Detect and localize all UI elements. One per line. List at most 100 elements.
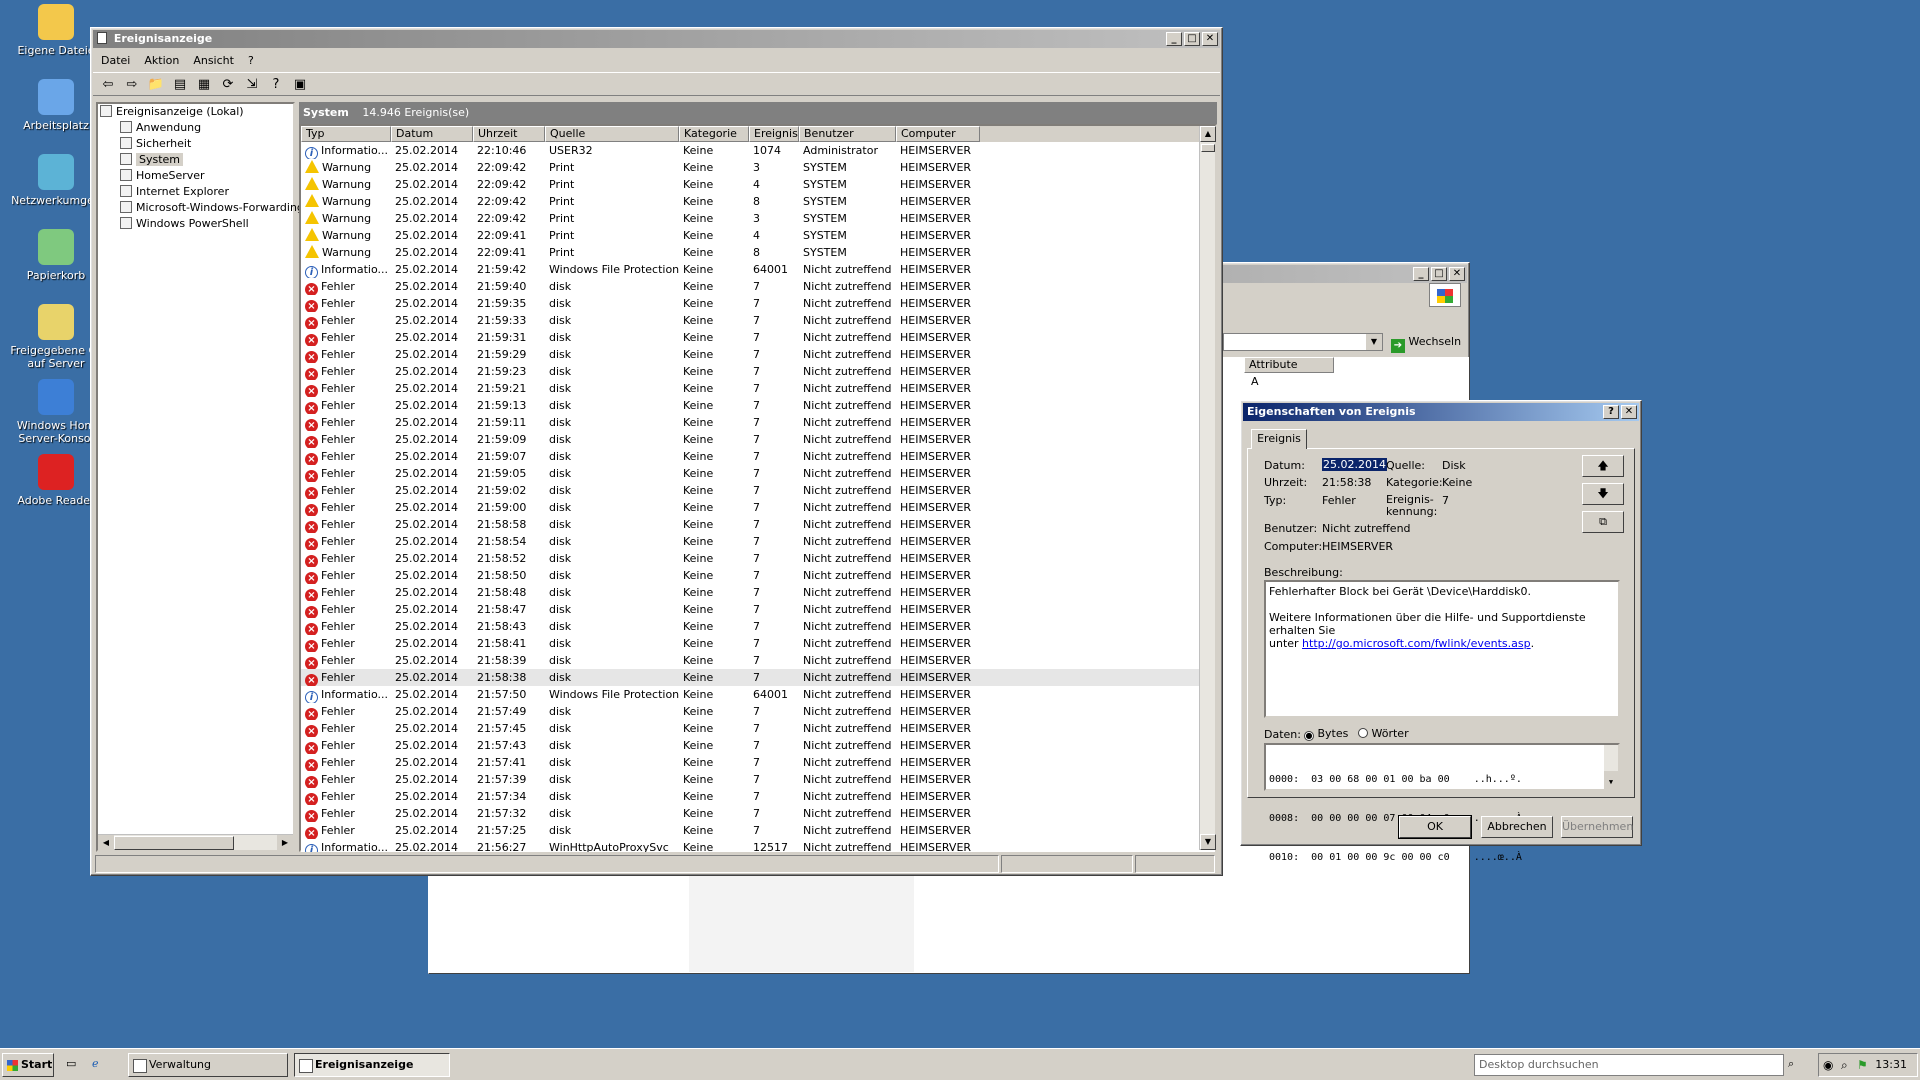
table-row[interactable]: × Fehler 25.02.2014 21:58:48 disk Keine 7 Nicht… [301,584,1215,601]
table-row[interactable]: i Informatio... 25.02.2014 21:59:42 Windows … [301,261,1215,278]
tree-item-system[interactable]: System [98,152,293,168]
scroll-right-icon[interactable]: ▶ [277,835,293,851]
tree-pane[interactable]: Ereignisanzeige (Lokal) Anwendung Sicherh… [96,102,308,852]
minimize-button[interactable]: _ [1413,267,1429,281]
tray-search-icon[interactable]: ⌕ [1841,1054,1848,1076]
start-button[interactable]: Start [2,1053,54,1077]
scroll-down-icon[interactable]: ▼ [1604,775,1618,789]
table-row[interactable]: × Fehler 25.02.2014 21:57:45 disk Keine 7 Nicht… [301,720,1215,737]
tree-horizontal-scrollbar[interactable]: ◀ ▶ [98,834,293,851]
go-button[interactable]: ➔ Wechseln zu [1391,333,1471,368]
table-row[interactable]: × Fehler 25.02.2014 21:57:32 disk Keine 7 Nicht… [301,805,1215,822]
maximize-button[interactable]: □ [1431,267,1447,281]
tray-status-icon[interactable]: ◉ [1823,1054,1833,1076]
apply-button[interactable]: Übernehmen [1561,816,1633,838]
next-event-button[interactable]: 🡇 [1582,483,1624,505]
table-row[interactable]: × Fehler 25.02.2014 21:57:34 disk Keine 7 Nicht… [301,788,1215,805]
scroll-up-icon[interactable]: ▲ [1200,126,1216,142]
menu-datei[interactable]: Datei [101,54,130,67]
table-row[interactable]: × Fehler 25.02.2014 21:59:09 disk Keine 7 Nicht… [301,431,1215,448]
column-header-benutzer[interactable]: Benutzer [799,126,896,142]
table-row[interactable]: × Fehler 25.02.2014 21:59:07 disk Keine 7 Nicht… [301,448,1215,465]
radio-bytes[interactable]: ● Bytes [1304,727,1348,741]
tree-item-sicherheit[interactable]: Sicherheit [98,136,293,152]
description-box[interactable]: Fehlerhafter Block bei Gerät \Device\Har… [1264,580,1620,718]
table-row[interactable]: × Fehler 25.02.2014 21:59:00 disk Keine 7 Nicht… [301,499,1215,516]
table-row[interactable]: × Fehler 25.02.2014 21:58:38 disk Keine 7 Nicht… [301,669,1215,686]
help-link[interactable]: http://go.microsoft.com/fwlink/events.as… [1302,637,1531,650]
column-header-kategorie[interactable]: Kategorie [679,126,749,142]
scroll-left-icon[interactable]: ◀ [98,835,114,851]
table-row[interactable]: × Fehler 25.02.2014 21:58:54 disk Keine 7 Nicht… [301,533,1215,550]
up-folder-icon[interactable]: 📁 [147,75,165,93]
table-row[interactable]: Warnung 25.02.2014 22:09:41 Print Keine 4 SYST… [301,227,1215,244]
show-desktop-icon[interactable]: ▭ [66,1057,82,1073]
table-row[interactable]: × Fehler 25.02.2014 21:59:29 disk Keine 7 Nicht… [301,346,1215,363]
table-row[interactable]: × Fehler 25.02.2014 21:57:25 disk Keine 7 Nicht… [301,822,1215,839]
help-button[interactable]: ? [1603,405,1619,419]
task-ereignisanzeige[interactable]: Ereignisanzeige [294,1053,450,1077]
cancel-button[interactable]: Abbrechen [1481,816,1553,838]
tree-item-homeserver[interactable]: HomeServer [98,168,293,184]
attribute-column-header[interactable]: Attribute [1244,357,1334,373]
scroll-thumb[interactable] [1201,144,1215,152]
refresh-icon[interactable]: ⟳ [219,75,237,93]
close-button[interactable]: ✕ [1202,32,1218,46]
back-arrow-icon[interactable]: ⇦ [99,75,117,93]
console-icon[interactable]: ▣ [291,75,309,93]
maximize-button[interactable]: □ [1184,32,1200,46]
scroll-thumb[interactable] [114,836,234,850]
table-row[interactable]: × Fehler 25.02.2014 21:59:33 disk Keine 7 Nicht… [301,312,1215,329]
copy-button[interactable]: ⧉ [1582,511,1624,533]
chevron-down-icon[interactable]: ▼ [1366,334,1382,350]
tree-item-windows-powershell[interactable]: Windows PowerShell [98,216,293,232]
table-row[interactable]: Warnung 25.02.2014 22:09:42 Print Keine 3 SYST… [301,159,1215,176]
table-row[interactable]: × Fehler 25.02.2014 21:57:41 disk Keine 7 Nicht… [301,754,1215,771]
tree-item-internet-explorer[interactable]: Internet Explorer [98,184,293,200]
menu-aktion[interactable]: Aktion [144,54,179,67]
properties-icon[interactable]: ▦ [195,75,213,93]
value-datum[interactable]: 25.02.2014 [1322,458,1387,471]
table-row[interactable]: × Fehler 25.02.2014 21:58:43 disk Keine 7 Nicht… [301,618,1215,635]
tab-ereignis[interactable]: Ereignis [1251,429,1307,449]
table-row[interactable]: × Fehler 25.02.2014 21:57:39 disk Keine 7 Nicht… [301,771,1215,788]
menu-help[interactable]: ? [248,54,254,67]
address-combobox[interactable]: ▼ [1223,333,1383,351]
internet-explorer-icon[interactable]: ℯ [92,1057,108,1073]
column-header-typ[interactable]: Typ [301,126,391,142]
column-header-uhrzeit[interactable]: Uhrzeit [473,126,545,142]
menu-ansicht[interactable]: Ansicht [193,54,234,67]
close-button[interactable]: ✕ [1449,267,1465,281]
table-row[interactable]: × Fehler 25.02.2014 21:58:41 disk Keine 7 Nicht… [301,635,1215,652]
table-row[interactable]: × Fehler 25.02.2014 21:59:31 disk Keine 7 Nicht… [301,329,1215,346]
table-row[interactable]: × Fehler 25.02.2014 21:58:58 disk Keine 7 Nicht… [301,516,1215,533]
ok-button[interactable]: OK [1398,815,1472,839]
data-hex-box[interactable]: 0000: 03 00 68 00 01 00 ba 00 ..h...º. 0… [1264,743,1620,863]
column-header-computer[interactable]: Computer [896,126,980,142]
table-row[interactable]: × Fehler 25.02.2014 21:59:35 disk Keine 7 Nicht… [301,295,1215,312]
table-row[interactable]: Warnung 25.02.2014 22:09:42 Print Keine 4 SYST… [301,176,1215,193]
list-vertical-scrollbar[interactable]: ▲ ▼ [1199,126,1216,850]
radio-woerter[interactable]: Wörter [1358,727,1409,740]
column-header-datum[interactable]: Datum [391,126,473,142]
table-row[interactable]: × Fehler 25.02.2014 21:59:02 disk Keine 7 Nicht… [301,482,1215,499]
table-row[interactable]: × Fehler 25.02.2014 21:59:23 disk Keine 7 Nicht… [301,363,1215,380]
column-header-ereignis[interactable]: Ereignis [749,126,799,142]
event-list[interactable]: Typ Datum Uhrzeit Quelle Kategorie Ereig… [299,124,1217,852]
table-row[interactable]: × Fehler 25.02.2014 21:59:21 disk Keine 7 Nicht… [301,380,1215,397]
tray-network-icon[interactable]: ⚑ [1857,1054,1868,1076]
tree-item-anwendung[interactable]: Anwendung [98,120,293,136]
event-viewer-titlebar[interactable]: Ereignisanzeige _ □ ✕ [93,30,1220,48]
dialog-titlebar[interactable]: Eigenschaften von Ereignis ? ✕ [1243,403,1639,421]
table-row[interactable]: × Fehler 25.02.2014 21:58:39 disk Keine 7 Nicht… [301,652,1215,669]
table-row[interactable]: × Fehler 25.02.2014 21:58:50 disk Keine 7 Nicht… [301,567,1215,584]
table-row[interactable]: × Fehler 25.02.2014 21:59:05 disk Keine 7 Nicht… [301,465,1215,482]
table-row[interactable]: × Fehler 25.02.2014 21:59:13 disk Keine 7 Nicht… [301,397,1215,414]
show-tree-icon[interactable]: ▤ [171,75,189,93]
table-row[interactable]: × Fehler 25.02.2014 21:58:52 disk Keine 7 Nicht… [301,550,1215,567]
forward-arrow-icon[interactable]: ⇨ [123,75,141,93]
table-row[interactable]: × Fehler 25.02.2014 21:57:49 disk Keine 7 Nicht… [301,703,1215,720]
minimize-button[interactable]: _ [1166,32,1182,46]
table-row[interactable]: × Fehler 25.02.2014 21:58:47 disk Keine 7 Nicht… [301,601,1215,618]
column-header-quelle[interactable]: Quelle [545,126,679,142]
